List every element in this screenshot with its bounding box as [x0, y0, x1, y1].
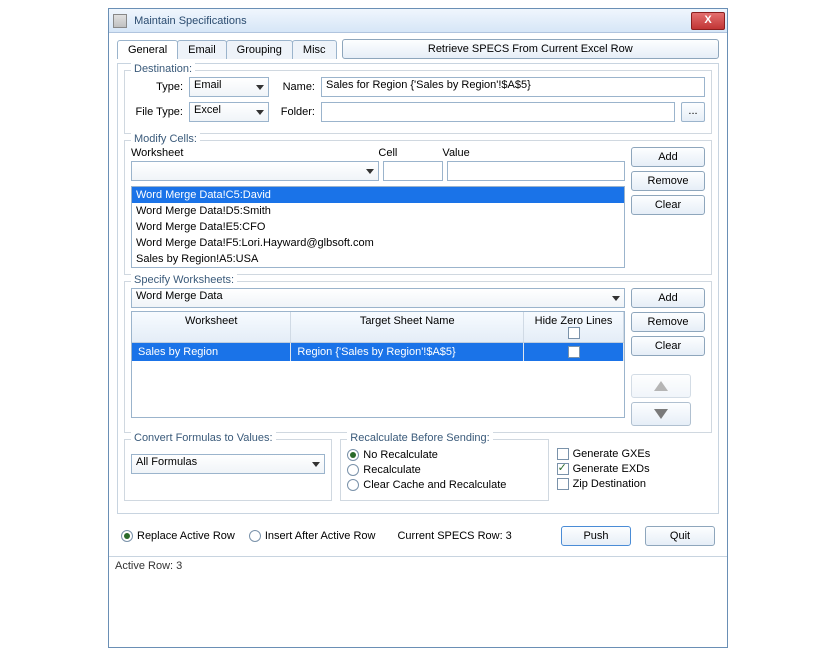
cell-header: Cell [378, 147, 438, 159]
tabs-row: General Email Grouping Misc Retrieve SPE… [117, 39, 719, 59]
filetype-label: File Type: [131, 106, 183, 118]
tab-email[interactable]: Email [177, 40, 227, 59]
hidezero-checkbox[interactable] [568, 346, 580, 358]
specify-worksheet-select[interactable]: Word Merge Data [131, 288, 625, 308]
quit-button[interactable]: Quit [645, 526, 715, 546]
modify-clear-button[interactable]: Clear [631, 195, 705, 215]
list-item[interactable]: Word Merge Data!E5:CFO [132, 219, 624, 235]
list-item[interactable]: Word Merge Data!F5:Lori.Hayward@glbsoft.… [132, 235, 624, 251]
list-item[interactable]: Sales by Region!A5:USA [132, 251, 624, 267]
grid-header: Worksheet Target Sheet Name Hide Zero Li… [132, 312, 624, 343]
modify-cells-list[interactable]: Word Merge Data!C5:David Word Merge Data… [131, 186, 625, 268]
type-select[interactable]: Email [189, 77, 269, 97]
bottom-bar: Replace Active Row Insert After Active R… [117, 520, 719, 550]
convert-group: Convert Formulas to Values: All Formulas [124, 439, 332, 501]
filetype-select[interactable]: Excel [189, 102, 269, 122]
list-item[interactable]: Word Merge Data!C5:David [132, 187, 624, 203]
name-input[interactable]: Sales for Region {'Sales by Region'!$A$5… [321, 77, 705, 97]
recalc-none-label: No Recalculate [363, 449, 438, 461]
destination-legend: Destination: [131, 63, 195, 75]
name-label: Name: [275, 81, 315, 93]
replace-row-label: Replace Active Row [137, 530, 235, 542]
generate-group: Generate GXEs Generate EXDs Zip Destinat… [557, 439, 712, 507]
tab-general[interactable]: General [117, 40, 178, 59]
generate-gxe-checkbox[interactable] [557, 448, 569, 460]
cell-worksheet: Sales by Region [132, 343, 291, 361]
tab-misc[interactable]: Misc [292, 40, 337, 59]
arrow-down-icon [654, 409, 668, 419]
hidezero-header-checkbox[interactable] [568, 327, 580, 339]
worksheet-header: Worksheet [131, 147, 374, 159]
push-button[interactable]: Push [561, 526, 631, 546]
modify-legend: Modify Cells: [131, 133, 200, 145]
move-up-button[interactable] [631, 374, 691, 398]
grid-row[interactable]: Sales by Region Region {'Sales by Region… [132, 343, 624, 361]
convert-legend: Convert Formulas to Values: [131, 432, 276, 444]
modify-remove-button[interactable]: Remove [631, 171, 705, 191]
specify-worksheets-group: Specify Worksheets: Word Merge Data Work… [124, 281, 712, 433]
move-down-button[interactable] [631, 402, 691, 426]
insert-row-label: Insert After Active Row [265, 530, 376, 542]
retrieve-specs-button[interactable]: Retrieve SPECS From Current Excel Row [342, 39, 719, 59]
tab-panel-general: Destination: Type: Email Name: Sales for… [117, 63, 719, 514]
modify-worksheet-select[interactable] [131, 161, 379, 181]
recalc-clear-label: Clear Cache and Recalculate [363, 479, 506, 491]
grid-body[interactable]: Sales by Region Region {'Sales by Region… [132, 343, 624, 417]
current-specs-row-label: Current SPECS Row: 3 [397, 530, 511, 542]
close-button[interactable]: X [691, 12, 725, 30]
convert-select[interactable]: All Formulas [131, 454, 325, 474]
list-item[interactable]: Word Merge Data!D5:Smith [132, 203, 624, 219]
arrow-up-icon [654, 381, 668, 391]
folder-browse-button[interactable]: ... [681, 102, 705, 122]
cell-hidezero [524, 343, 624, 361]
value-header: Value [442, 147, 625, 159]
status-bar: Active Row: 3 [109, 556, 727, 575]
generate-gxe-label: Generate GXEs [573, 448, 651, 460]
replace-row-radio[interactable] [121, 530, 133, 542]
specify-add-button[interactable]: Add [631, 288, 705, 308]
recalc-none-radio[interactable] [347, 449, 359, 461]
modify-cells-group: Modify Cells: Worksheet Cell Value [124, 140, 712, 275]
specify-remove-button[interactable]: Remove [631, 312, 705, 332]
col-hidezero: Hide Zero Lines [524, 312, 624, 342]
active-row-status: Active Row: 3 [115, 560, 182, 572]
destination-group: Destination: Type: Email Name: Sales for… [124, 70, 712, 134]
modify-cell-input[interactable] [383, 161, 443, 181]
modify-value-input[interactable] [447, 161, 625, 181]
recalc-yes-radio[interactable] [347, 464, 359, 476]
folder-input[interactable] [321, 102, 675, 122]
insert-row-radio[interactable] [249, 530, 261, 542]
app-icon [113, 14, 127, 28]
cell-target: Region {'Sales by Region'!$A$5} [291, 343, 524, 361]
dialog-window: Maintain Specifications X General Email … [108, 8, 728, 648]
recalc-clear-radio[interactable] [347, 479, 359, 491]
zip-destination-label: Zip Destination [573, 478, 646, 490]
tab-grouping[interactable]: Grouping [226, 40, 293, 59]
type-label: Type: [131, 81, 183, 93]
col-target: Target Sheet Name [291, 312, 524, 342]
col-worksheet: Worksheet [132, 312, 291, 342]
folder-label: Folder: [275, 106, 315, 118]
titlebar: Maintain Specifications X [109, 9, 727, 33]
recalc-legend: Recalculate Before Sending: [347, 432, 492, 444]
specify-clear-button[interactable]: Clear [631, 336, 705, 356]
specify-legend: Specify Worksheets: [131, 274, 237, 286]
tab-strip: General Email Grouping Misc [117, 40, 336, 59]
recalc-yes-label: Recalculate [363, 464, 420, 476]
zip-destination-checkbox[interactable] [557, 478, 569, 490]
dialog-content: General Email Grouping Misc Retrieve SPE… [109, 33, 727, 556]
generate-exd-checkbox[interactable] [557, 463, 569, 475]
recalc-group: Recalculate Before Sending: No Recalcula… [340, 439, 548, 501]
options-row: Convert Formulas to Values: All Formulas… [124, 439, 712, 507]
generate-exd-label: Generate EXDs [573, 463, 650, 475]
worksheets-grid: Worksheet Target Sheet Name Hide Zero Li… [131, 311, 625, 418]
modify-add-button[interactable]: Add [631, 147, 705, 167]
window-title: Maintain Specifications [134, 14, 247, 26]
